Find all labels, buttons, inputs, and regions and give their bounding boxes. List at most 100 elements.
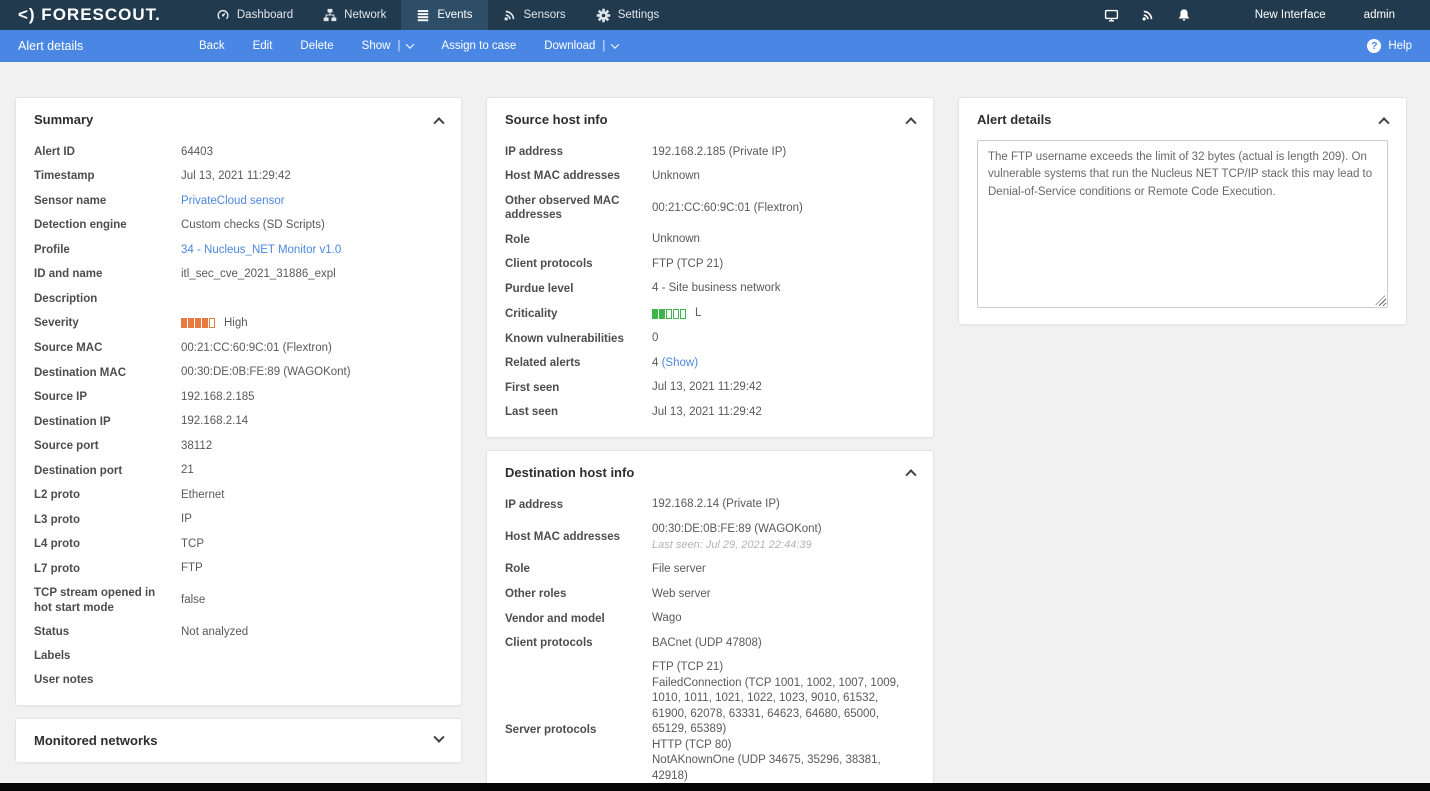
button-label: Edit [253,40,273,52]
back-button[interactable]: Back [185,30,239,62]
alert-details-text: The FTP username exceeds the limit of 32… [988,151,1372,198]
chevron-up-icon[interactable] [905,469,916,480]
network-icon [323,8,337,22]
field-label: L3 proto [34,513,166,528]
nav-item-dashboard[interactable]: Dashboard [201,0,308,30]
main-content: Summary Alert ID64403TimestampJul 13, 20… [0,62,1430,791]
source-host-header[interactable]: Source host info [487,98,933,138]
alert-details-textarea[interactable]: The FTP username exceeds the limit of 32… [977,140,1388,308]
field-value: IP [181,512,443,528]
field-label: Client protocols [505,257,637,272]
field-value: 00:21:CC:60:9C:01 (Flextron) [652,201,915,217]
field-value: Jul 13, 2021 11:29:42 [652,405,915,421]
field-row-profile: Profile34 - Nucleus_NET Monitor v1.0 [34,238,443,263]
field-row-server-protocols: Server protocolsFTP (TCP 21)FailedConnec… [505,656,915,791]
field-row-role: Role Unknown [505,228,915,253]
field-label: Detection engine [34,218,166,233]
source-host-panel: Source host info IP address192.168.2.185… [486,97,934,438]
field-row-detection-engine: Detection engineCustom checks (SD Script… [34,214,443,239]
user-menu[interactable]: admin [1343,0,1408,30]
alert-details-title: Alert details [977,112,1051,127]
field-row-timestamp: TimestampJul 13, 2021 11:29:42 [34,165,443,190]
field-row-l4-proto: L4 protoTCP [34,532,443,557]
field-label: Timestamp [34,169,166,184]
resize-grip-icon[interactable] [1375,295,1385,305]
field-value: Unknown [652,232,915,248]
field-label: L4 proto [34,537,166,552]
nav-item-settings[interactable]: Settings [581,0,675,30]
help-button[interactable]: ? Help [1367,39,1430,53]
profile-link[interactable]: 34 - Nucleus_NET Monitor v1.0 [181,244,341,256]
field-row-criticality: CriticalityL [505,301,915,326]
field-row-source-port: Source port38112 [34,434,443,459]
nav-item-label: Events [437,9,472,21]
summary-rows: Alert ID 64403 TimestampJul 13, 2021 11:29… [16,138,461,705]
field-label: L7 proto [34,562,166,577]
field-label: Severity [34,316,166,331]
field-value: 00:30:DE:0B:FE:89 (WAGOKont) [181,365,443,381]
field-row-l3-proto: L3 proto IP [34,508,443,533]
right-column: Alert details The FTP username exceeds t… [958,97,1407,325]
field-row-ip-address: IP address192.168.2.14 (Private IP) [505,493,915,518]
field-value: false [181,593,443,609]
chevron-up-icon[interactable] [1378,117,1389,128]
field-row-client-protocols: Client protocolsFTP (TCP 21) [505,252,915,277]
chevron-up-icon[interactable] [433,117,444,128]
alert-details-header[interactable]: Alert details [959,98,1406,138]
nav-item-events[interactable]: Events [401,0,487,30]
field-label: User notes [34,673,166,688]
field-value: 4 - Site business network [652,281,915,297]
field-row-user-notes: User notes [34,669,443,693]
monitored-networks-header[interactable]: Monitored networks [16,719,461,762]
download-button[interactable]: Download| [530,30,632,62]
middle-column: Source host info IP address192.168.2.185… [486,97,934,791]
field-row-other-roles: Other rolesWeb server [505,582,915,607]
source-host-rows: IP address192.168.2.185 (Private IP)Host… [487,138,933,437]
field-row-l7-proto: L7 proto FTP [34,557,443,582]
field-value: 0 [652,331,915,347]
destination-host-header[interactable]: Destination host info [487,451,933,491]
bell-button[interactable] [1166,0,1202,30]
monitor-button[interactable] [1093,0,1130,30]
field-row-other-observed-mac-addresses: Other observed MAC addresses00:21:CC:60:… [505,189,915,228]
sensors-icon [503,8,517,22]
field-label: Server protocols [505,723,637,738]
field-label: Role [505,233,637,248]
show-button[interactable]: Show | [348,30,428,62]
related-alerts-link[interactable]: (Show) [658,357,698,369]
chevron-down-icon [406,40,414,48]
field-value: FTP [181,561,443,577]
divider: | [397,40,400,52]
button-label: Back [199,40,225,52]
field-value: 64403 [181,145,443,161]
field-value: 00:21:CC:60:9C:01 (Flextron) [181,341,443,357]
field-label: Sensor name [34,194,166,209]
field-label: Purdue level [505,282,637,297]
field-row-labels: Labels [34,645,443,669]
field-row-description: Description [34,287,443,311]
assign-to-case-button[interactable]: Assign to case [427,30,530,62]
delete-button[interactable]: Delete [286,30,347,62]
signal-button[interactable] [1130,0,1166,30]
nav-item-network[interactable]: Network [308,0,401,30]
field-label: Role [505,562,637,577]
field-label: Alert ID [34,145,166,160]
summary-panel-header[interactable]: Summary [16,98,461,138]
field-value: 34 - Nucleus_NET Monitor v1.0 [181,243,443,259]
chevron-up-icon[interactable] [905,117,916,128]
field-label: Known vulnerabilities [505,332,637,347]
edit-button[interactable]: Edit [239,30,287,62]
settings-icon [596,8,611,23]
bell-icon [1177,8,1191,22]
forescout-logo: <) FORESCOUT. [0,0,201,30]
nav-item-sensors[interactable]: Sensors [488,0,581,30]
sensor-name-link[interactable]: PrivateCloud sensor [181,195,285,207]
field-value: itl_sec_cve_2021_31886_expl [181,267,443,283]
help-icon: ? [1367,39,1381,53]
field-label: TCP stream opened in hot start mode [34,586,166,616]
new-interface-button[interactable]: New Interface [1234,0,1339,30]
field-label: Description [34,292,166,307]
field-value [181,650,443,663]
button-label: Show [362,40,391,52]
chevron-down-icon[interactable] [433,732,444,743]
